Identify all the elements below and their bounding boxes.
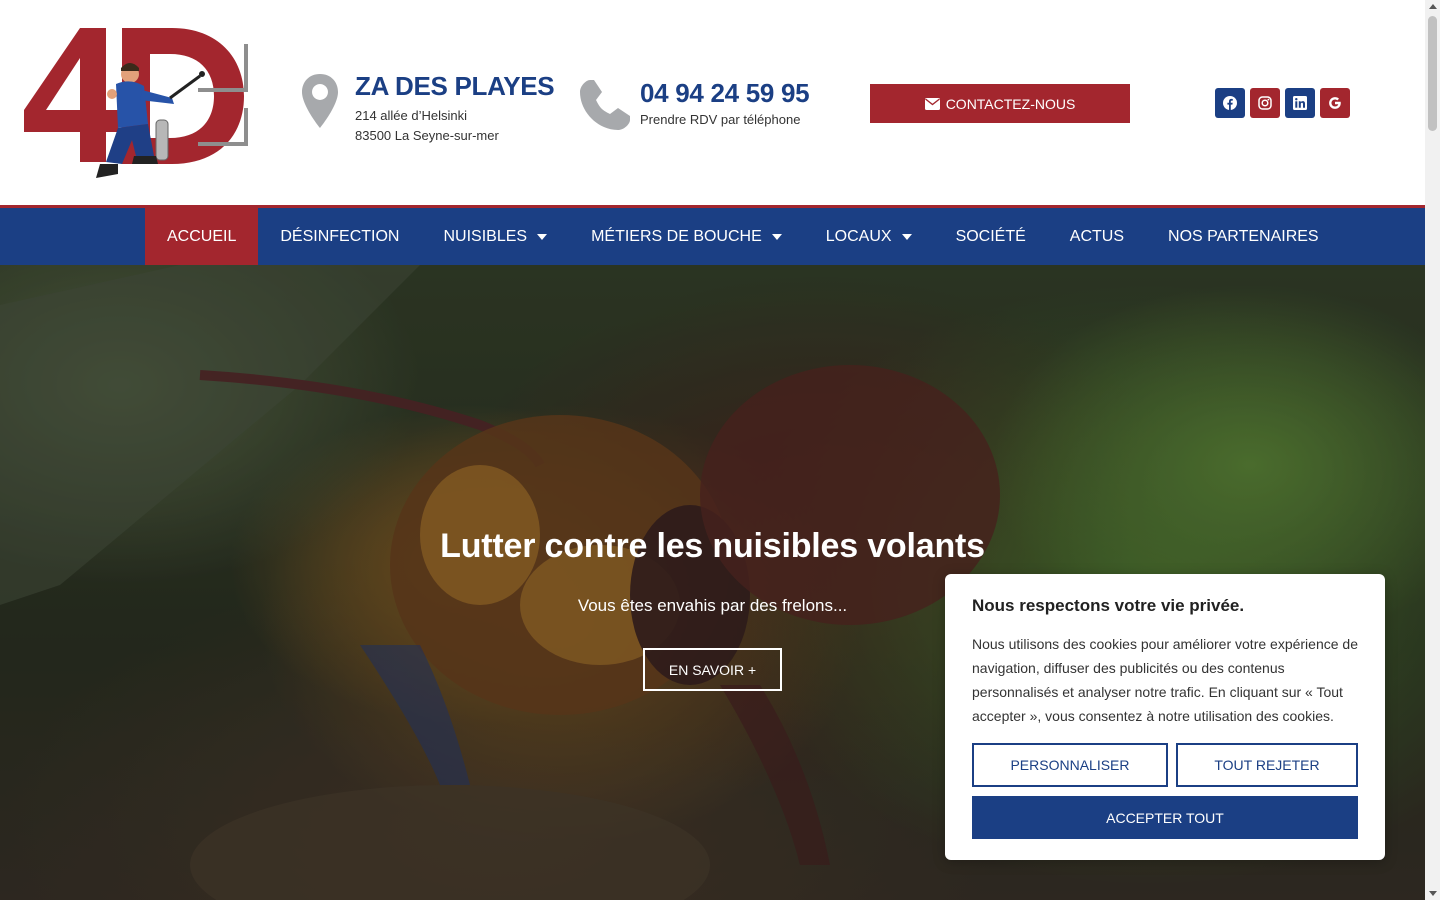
page: ZA DES PLAYES 214 allée d’Helsinki 83500…: [0, 0, 1425, 900]
linkedin-icon: [1293, 96, 1307, 110]
nav-item-label: NOS PARTENAIRES: [1168, 227, 1319, 245]
address-title: ZA DES PLAYES: [355, 71, 555, 101]
chevron-down-icon: [771, 233, 782, 240]
learn-more-button[interactable]: EN SAVOIR +: [643, 648, 782, 691]
main-navigation: ACCUEIL DÉSINFECTION NUISIBLES MÉTIERS D…: [0, 205, 1425, 265]
cookie-button-row: PERSONNALISER TOUT REJETER: [972, 743, 1358, 787]
instagram-link[interactable]: [1250, 88, 1280, 118]
hero-title: Lutter contre les nuisibles volants: [440, 527, 985, 565]
nav-item-label: DÉSINFECTION: [280, 227, 400, 245]
chevron-down-icon: [537, 233, 548, 240]
nav-menu: ACCUEIL DÉSINFECTION NUISIBLES MÉTIERS D…: [145, 208, 1341, 265]
nav-item-actus[interactable]: ACTUS: [1048, 208, 1146, 265]
nav-item-label: NUISIBLES: [443, 227, 528, 245]
linkedin-link[interactable]: [1285, 88, 1315, 118]
nav-item-label: ACCUEIL: [167, 227, 237, 245]
envelope-icon: [924, 97, 940, 110]
chevron-down-icon: [901, 233, 912, 240]
phone-number[interactable]: 04 94 24 59 95: [640, 78, 810, 108]
nav-item-label: MÉTIERS DE BOUCHE: [591, 227, 762, 245]
customize-cookies-button[interactable]: PERSONNALISER: [972, 743, 1168, 787]
site-header: ZA DES PLAYES 214 allée d’Helsinki 83500…: [0, 0, 1425, 205]
map-pin-icon: [302, 74, 338, 128]
address-line-street: 214 allée d’Helsinki: [355, 108, 468, 123]
logo-four-glyph: [24, 28, 118, 162]
page-scrollbar[interactable]: [1425, 0, 1440, 900]
accept-all-button[interactable]: ACCEPTER TOUT: [972, 796, 1358, 839]
cookie-description: Nous utilisons des cookies pour améliore…: [972, 636, 1358, 724]
nav-item-metiers-de-bouche[interactable]: MÉTIERS DE BOUCHE: [569, 208, 804, 265]
scroll-down-arrow-icon[interactable]: [1429, 891, 1437, 896]
phone-icon: [580, 80, 630, 130]
facebook-link[interactable]: [1215, 88, 1245, 118]
nav-item-label: ACTUS: [1069, 227, 1125, 245]
google-link[interactable]: [1320, 88, 1350, 118]
nav-item-locaux[interactable]: LOCAUX: [804, 208, 934, 265]
phone-subtitle: Prendre RDV par téléphone: [640, 112, 801, 127]
nav-item-label: LOCAUX: [825, 227, 892, 245]
company-logo[interactable]: [22, 24, 254, 188]
address-block: ZA DES PLAYES 214 allée d’Helsinki 83500…: [300, 71, 555, 146]
cookie-title: Nous respectons votre vie privée.: [972, 596, 1245, 615]
nav-item-label: SOCIÉTÉ: [955, 227, 1026, 245]
reject-all-button[interactable]: TOUT REJETER: [1176, 743, 1358, 787]
nav-item-desinfection[interactable]: DÉSINFECTION: [258, 208, 421, 265]
google-icon: [1329, 97, 1341, 109]
nav-item-nos-partenaires[interactable]: NOS PARTENAIRES: [1146, 208, 1341, 265]
scroll-up-arrow-icon[interactable]: [1429, 4, 1437, 9]
cookie-consent-banner: Nous respectons votre vie privée. Nous u…: [945, 574, 1385, 860]
social-links: [1215, 88, 1350, 118]
facebook-icon: [1223, 96, 1237, 110]
nav-item-accueil[interactable]: ACCUEIL: [145, 208, 259, 265]
nav-item-nuisibles[interactable]: NUISIBLES: [421, 208, 569, 265]
scrollbar-thumb[interactable]: [1428, 16, 1437, 131]
address-line-city: 83500 La Seyne-sur-mer: [355, 128, 499, 143]
contact-button[interactable]: CONTACTEZ-NOUS: [870, 84, 1130, 123]
phone-block[interactable]: 04 94 24 59 95 Prendre RDV par téléphone: [578, 78, 810, 132]
nav-item-societe[interactable]: SOCIÉTÉ: [934, 208, 1048, 265]
contact-button-label: CONTACTEZ-NOUS: [945, 95, 1076, 112]
instagram-icon: [1258, 96, 1272, 110]
